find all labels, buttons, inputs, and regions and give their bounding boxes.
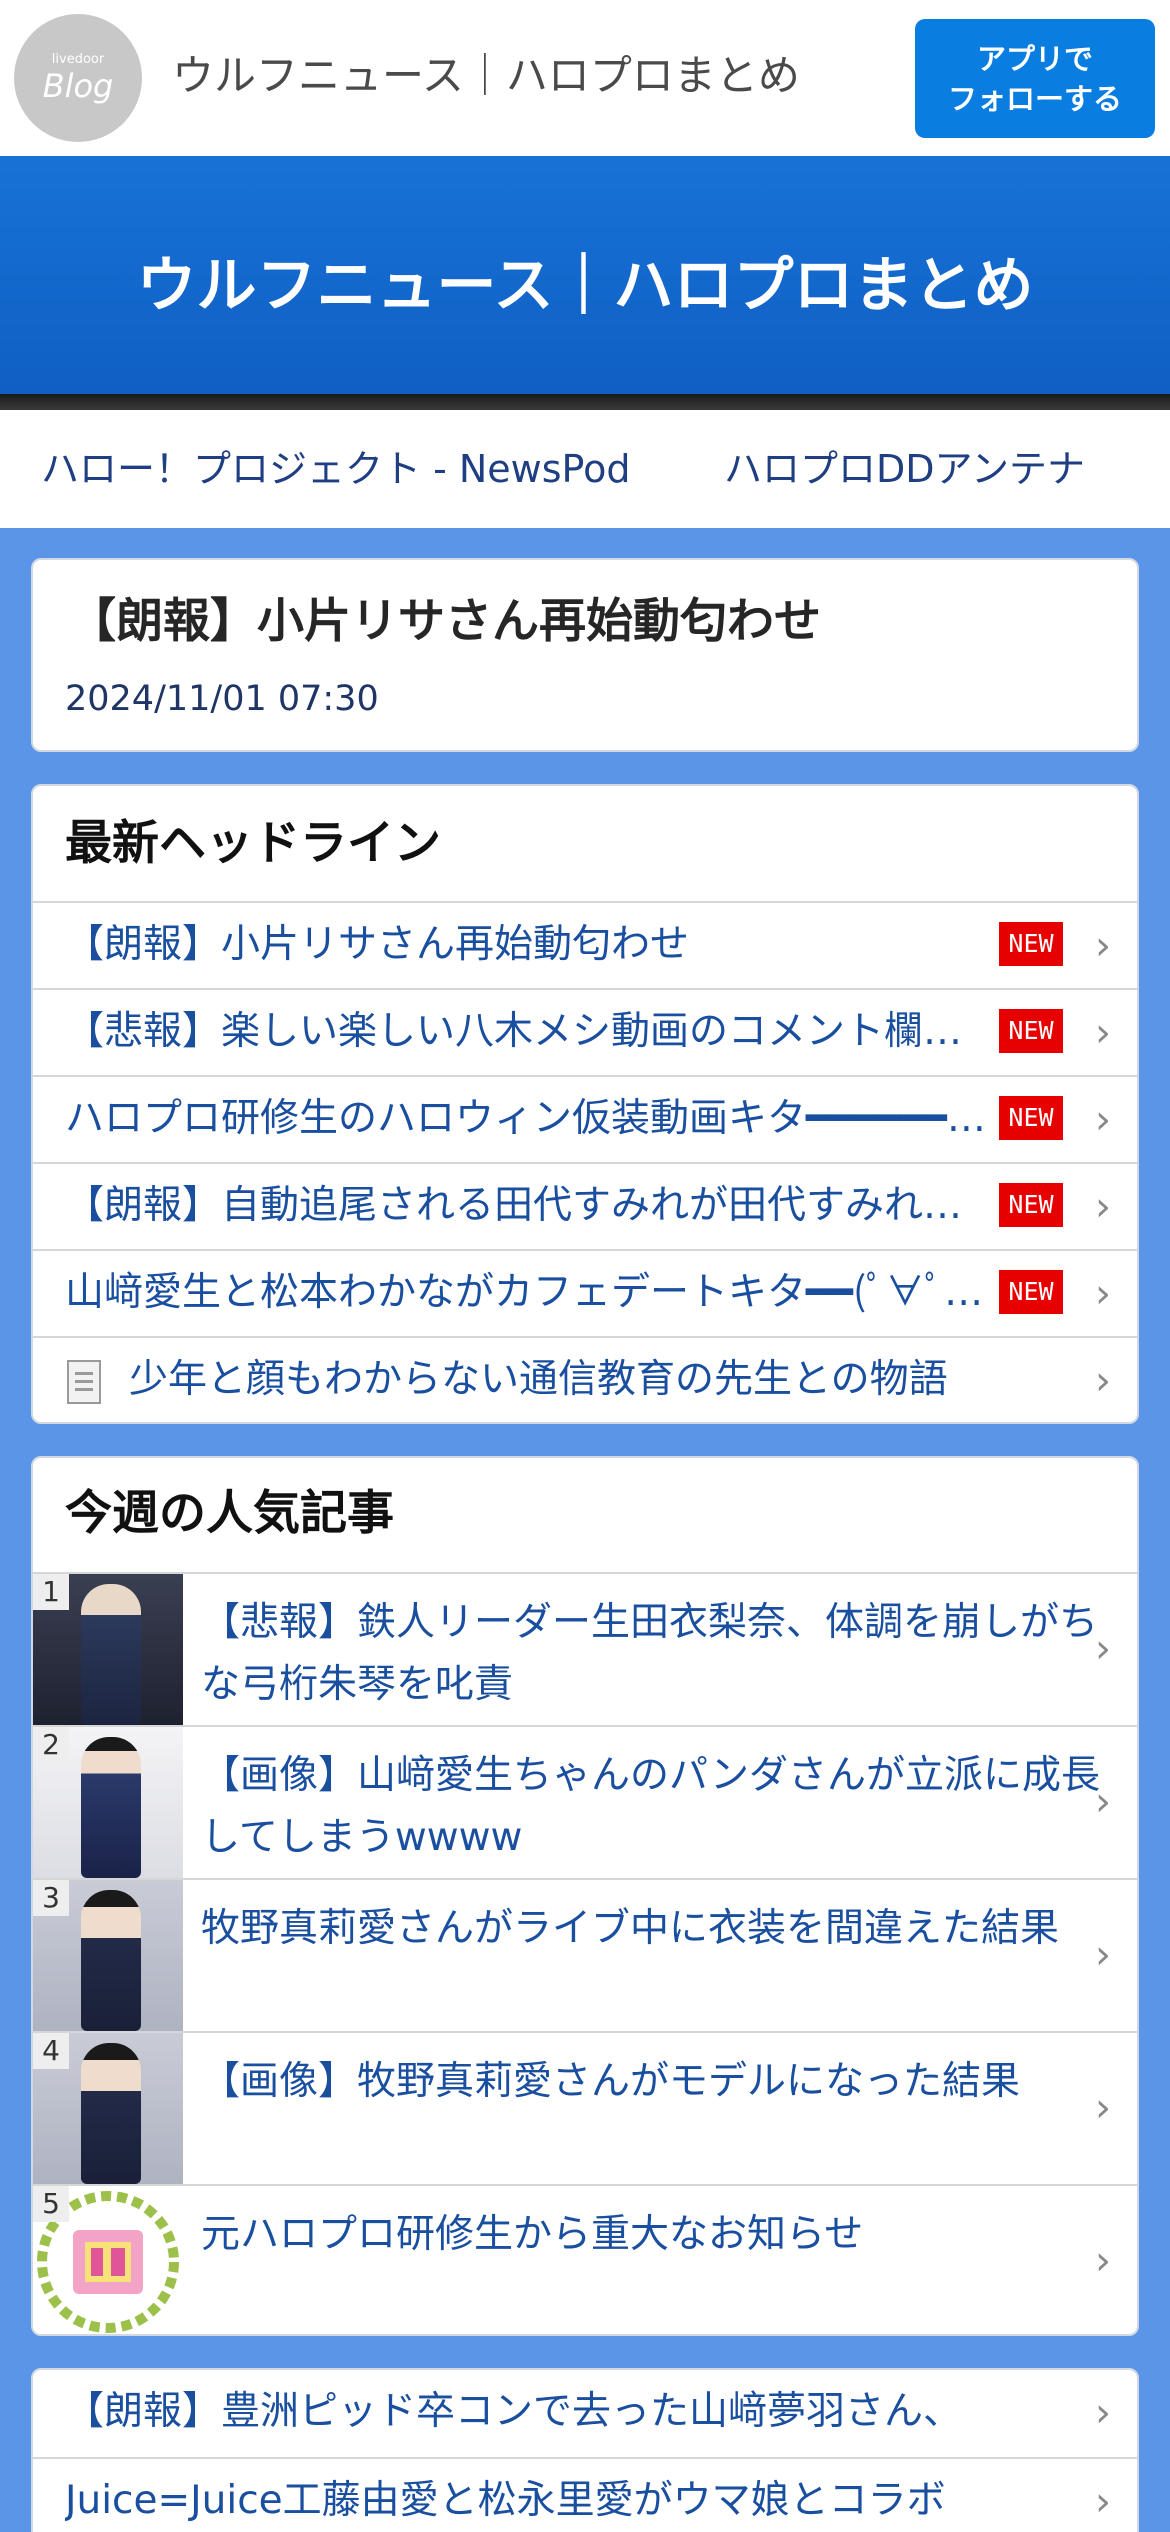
- antenna-links: ハロー！プロジェクト - NewsPod ハロプロDDアンテナ: [0, 410, 1170, 528]
- blog-title[interactable]: ウルフニュース｜ハロプロまとめ: [0, 246, 1170, 326]
- link-dd-antenna[interactable]: ハロプロDDアンテナ: [724, 444, 1085, 494]
- headline-text: 【悲報】楽しい楽しい八木メシ動画のコメント欄が荒れてる: [65, 1009, 987, 1054]
- related-row[interactable]: 【朗報】豊洲ピッド卒コンで去った山﨑夢羽さん、 ›: [33, 2370, 1137, 2457]
- chevron-right-icon: ›: [1095, 1010, 1111, 1056]
- popular-row[interactable]: 4 【画像】牧野真莉愛さんがモデルになった結果 ›: [33, 2031, 1137, 2184]
- follow-in-app-button[interactable]: アプリで フォローする: [915, 19, 1155, 138]
- related-text: Juice=Juice工藤由愛と松永里愛がウマ娘とコラボ: [65, 2478, 946, 2523]
- latest-headlines-card: 最新ヘッドライン 【朗報】小片リサさん再始動匂わせ NEW › 【悲報】楽しい楽…: [31, 784, 1139, 1424]
- related-text: 【朗報】豊洲ピッド卒コンで去った山﨑夢羽さん、: [65, 2389, 963, 2434]
- article-thumbnail: 3: [33, 1880, 183, 2031]
- headline-row[interactable]: 少年と顔もわからない通信教育の先生との物語 ›: [33, 1336, 1137, 1422]
- popular-title: 【悲報】鉄人リーダー生田衣梨奈、体調を崩しがちな弓桁朱琴を叱責: [201, 1600, 1099, 1707]
- popular-row[interactable]: 3 牧野真莉愛さんがライブ中に衣装を間違えた結果 ›: [33, 1878, 1137, 2031]
- article-thumbnail: 1: [33, 1574, 183, 1725]
- document-icon: [67, 1360, 101, 1404]
- headline-row[interactable]: ハロプロ研修生のハロウィン仮装動画キタ━━━━━━(ﾟ∀ﾟ)━━━━━━!! N…: [33, 1075, 1137, 1162]
- headline-text: 少年と顔もわからない通信教育の先生との物語: [129, 1357, 948, 1402]
- popular-title: 【画像】牧野真莉愛さんがモデルになった結果: [201, 2059, 1021, 2104]
- new-badge: NEW: [999, 1270, 1063, 1314]
- latest-headlines-title: 最新ヘッドライン: [65, 816, 441, 871]
- article-title: 【朗報】小片リサさん再始動匂わせ: [69, 594, 821, 649]
- logo-big-text: Blog: [42, 67, 114, 105]
- rank-number: 4: [33, 2033, 69, 2069]
- headline-text: ハロプロ研修生のハロウィン仮装動画キタ━━━━━━(ﾟ∀ﾟ)━━━━━━!!: [65, 1096, 987, 1141]
- rank-number: 1: [33, 1574, 69, 1610]
- weekly-popular-card: 今週の人気記事 1 【悲報】鉄人リーダー生田衣梨奈、体調を崩しがちな弓桁朱琴を叱…: [31, 1456, 1139, 2336]
- rank-number: 5: [33, 2186, 69, 2222]
- popular-row[interactable]: 5 元ハロプロ研修生から重大なお知らせ ›: [33, 2184, 1137, 2334]
- chevron-right-icon: ›: [1095, 923, 1111, 969]
- headline-row[interactable]: 【朗報】小片リサさん再始動匂わせ NEW ›: [33, 901, 1137, 988]
- related-articles-card: 【朗報】豊洲ピッド卒コンで去った山﨑夢羽さん、 › Juice=Juice工藤由…: [31, 2368, 1139, 2532]
- article-date: 2024/11/01 07:30: [65, 679, 379, 719]
- chevron-right-icon: ›: [1095, 2479, 1111, 2525]
- article-thumbnail: 4: [33, 2033, 183, 2184]
- weekly-popular-title: 今週の人気記事: [65, 1486, 394, 1541]
- follow-label-line2: フォローする: [947, 81, 1122, 116]
- chevron-right-icon: ›: [1095, 1779, 1111, 1825]
- popular-title: 牧野真莉愛さんがライブ中に衣装を間違えた結果: [201, 1906, 1060, 1951]
- chevron-right-icon: ›: [1095, 1271, 1111, 1317]
- new-badge: NEW: [999, 1183, 1063, 1227]
- new-badge: NEW: [999, 922, 1063, 966]
- popular-title: 元ハロプロ研修生から重大なお知らせ: [201, 2212, 864, 2257]
- app-header: livedoor Blog ウルフニュース｜ハロプロまとめ アプリで フォローす…: [0, 0, 1170, 156]
- link-newspod[interactable]: ハロー！プロジェクト - NewsPod: [41, 444, 630, 494]
- chevron-right-icon: ›: [1095, 1358, 1111, 1404]
- headline-row[interactable]: 【朗報】自動追尾される田代すみれが田代すみれすぎる NEW ›: [33, 1162, 1137, 1249]
- headline-text: 【朗報】自動追尾される田代すみれが田代すみれすぎる: [65, 1183, 987, 1228]
- chevron-right-icon: ›: [1095, 1626, 1111, 1672]
- chevron-right-icon: ›: [1095, 1932, 1111, 1978]
- popular-row[interactable]: 2 【画像】山﨑愛生ちゃんのパンダさんが立派に成長してしまうwwww ›: [33, 1725, 1137, 1878]
- article-header-card: 【朗報】小片リサさん再始動匂わせ 2024/11/01 07:30: [31, 558, 1139, 752]
- chevron-right-icon: ›: [1095, 1184, 1111, 1230]
- related-row[interactable]: Juice=Juice工藤由愛と松永里愛がウマ娘とコラボ ›: [33, 2457, 1137, 2532]
- chevron-right-icon: ›: [1095, 1097, 1111, 1143]
- popular-row[interactable]: 1 【悲報】鉄人リーダー生田衣梨奈、体調を崩しがちな弓桁朱琴を叱責 ›: [33, 1572, 1137, 1725]
- article-thumbnail: 2: [33, 1727, 183, 1878]
- chevron-right-icon: ›: [1095, 2085, 1111, 2131]
- article-thumbnail: 5: [33, 2186, 183, 2334]
- banner-divider: [0, 394, 1170, 410]
- chevron-right-icon: ›: [1095, 2238, 1111, 2284]
- logo-small-text: livedoor: [51, 52, 105, 67]
- blog-banner: ウルフニュース｜ハロプロまとめ: [0, 156, 1170, 396]
- livedoor-blog-logo[interactable]: livedoor Blog: [14, 14, 142, 142]
- headline-row[interactable]: 【悲報】楽しい楽しい八木メシ動画のコメント欄が荒れてる NEW ›: [33, 988, 1137, 1075]
- headline-text: 【朗報】小片リサさん再始動匂わせ: [65, 922, 690, 967]
- headline-text: 山﨑愛生と松本わかながカフェデートキタ━━(ﾟ∀ﾟ)━━!!: [65, 1270, 987, 1315]
- popular-title: 【画像】山﨑愛生ちゃんのパンダさんが立派に成長してしまうwwww: [201, 1753, 1100, 1860]
- rank-number: 2: [33, 1727, 69, 1763]
- new-badge: NEW: [999, 1096, 1063, 1140]
- rank-number: 3: [33, 1880, 69, 1916]
- site-name[interactable]: ウルフニュース｜ハロプロまとめ: [172, 48, 800, 104]
- headline-row[interactable]: 山﨑愛生と松本わかながカフェデートキタ━━(ﾟ∀ﾟ)━━!! NEW ›: [33, 1249, 1137, 1336]
- follow-label-line1: アプリで: [976, 41, 1093, 76]
- chevron-right-icon: ›: [1095, 2390, 1111, 2436]
- new-badge: NEW: [999, 1009, 1063, 1053]
